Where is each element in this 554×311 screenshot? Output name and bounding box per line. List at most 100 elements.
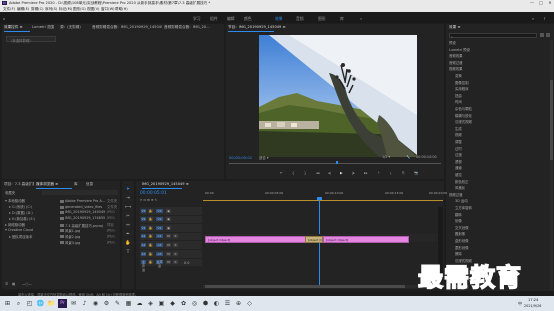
scrollbar-thumb[interactable] [205, 285, 405, 288]
menu-clip[interactable]: 剪辑(C) [31, 7, 44, 12]
transition-cross-dissolve[interactable]: [object Object] [305, 236, 323, 243]
lock-icon[interactable]: 🔒 [148, 217, 153, 222]
menu-marker[interactable]: 标记(M) [59, 7, 72, 12]
solo-button[interactable]: S [173, 242, 178, 247]
clip-img-174855[interactable]: [object Object] [323, 236, 409, 243]
app-icon[interactable]: ☰ [223, 299, 232, 308]
expand-right-icon[interactable] [9, 212, 11, 214]
browser-file-row[interactable]: Adobe Premiere Pro A... 文件夹 [60, 198, 118, 203]
settings-icon[interactable]: ⚙ [102, 299, 111, 308]
track-name[interactable]: V1 [156, 225, 163, 230]
timeline-timecode[interactable]: 00:00:05:01 [140, 191, 167, 196]
new-bin-icon[interactable] [540, 33, 544, 37]
effects-category-item[interactable]: 划像 [455, 218, 462, 223]
solo-button[interactable]: S [173, 251, 178, 256]
menu-edit[interactable]: 编辑(E) [17, 7, 29, 12]
browser-file-row[interactable]: generated_video_files 文件夹 [60, 204, 118, 209]
camera-icon[interactable]: 📷 [414, 171, 418, 175]
type-tool-icon[interactable]: T [125, 250, 131, 256]
tab-info[interactable]: 信息 [86, 182, 93, 188]
timeline-scrollbar[interactable] [203, 285, 439, 288]
task-view-icon[interactable]: ◰ [25, 299, 34, 308]
music-icon[interactable]: ♪ [80, 299, 89, 308]
accelerated-effects-icon[interactable] [546, 33, 550, 37]
add-marker-button[interactable]: ⇤ [280, 171, 283, 175]
input-language[interactable]: 中 [518, 301, 522, 307]
lock-icon[interactable]: 🔒 [148, 208, 153, 213]
browser-file-row[interactable]: 风景3.jpg JPEG [60, 240, 118, 245]
expand-right-icon[interactable] [5, 224, 7, 226]
browser-tree-item[interactable]: 团队项目版本 [9, 234, 32, 239]
slip-tool-icon[interactable]: ↔ [125, 223, 131, 229]
hand-tool-icon[interactable]: ✋ [125, 241, 131, 247]
clip-img-145049[interactable]: [object Object] [205, 236, 307, 243]
app-icon[interactable]: ◐ [212, 299, 221, 308]
track-header[interactable]: V3 🔒 V3 ◉ [140, 207, 202, 215]
workspace-editing[interactable]: 编辑 [227, 16, 235, 22]
clock-date[interactable]: 2021/9/26 [524, 304, 541, 308]
tab-libraries[interactable]: 库 [74, 182, 78, 188]
browser-file-row[interactable]: 7.3 高级扩展技巧.prproj 项目 [60, 222, 118, 228]
search-icon[interactable]: ⌕ [14, 299, 23, 308]
step-forward-button[interactable]: |▸ [352, 171, 355, 175]
app-icon[interactable]: ⊕ [234, 299, 243, 308]
icon-view-icon[interactable]: ▦ [12, 282, 15, 286]
track-target-toggle[interactable]: V2 [141, 217, 146, 222]
effects-category-item[interactable]: 变换 [455, 73, 462, 78]
expand-right-icon[interactable] [9, 236, 11, 238]
effects-category-item[interactable]: 实用程序 [455, 86, 469, 91]
list-view-icon[interactable]: ☰ [5, 282, 8, 286]
effects-category-item[interactable]: 杂色与颗粒 [455, 106, 472, 111]
lock-icon[interactable]: 🔒 [148, 242, 153, 247]
track-header[interactable]: A3 🔒 A3 M S [140, 250, 202, 258]
mail-icon[interactable]: ✉ [69, 299, 78, 308]
workspace-libraries[interactable]: 库 [340, 16, 344, 22]
go-to-out-button[interactable]: ▸▸ [364, 171, 367, 175]
browser-icon[interactable]: 🌐 [36, 299, 45, 308]
effects-category-item[interactable]: 圆划像 [455, 231, 465, 236]
browser-tree-item[interactable]: C:(系统) (C:) [9, 204, 32, 209]
track-target-toggle[interactable]: 主声道 [141, 260, 146, 272]
app-icon[interactable]: ◇ [245, 299, 254, 308]
effects-category-item[interactable]: 生成 [455, 126, 462, 131]
search-icon[interactable]: ⌕ [532, 16, 534, 21]
play-button[interactable]: ▶ [340, 171, 343, 175]
effects-category-item[interactable]: 视频效果 [449, 66, 463, 71]
lock-icon[interactable]: 🔒 [148, 260, 153, 265]
browser-tree-item[interactable]: Creative Cloud [5, 228, 33, 232]
effects-category-item[interactable]: 3D 运动 [455, 198, 468, 203]
tab-lumetri-scopes[interactable]: Lumetri 范围 [32, 25, 54, 31]
mute-icon[interactable]: M [166, 260, 171, 265]
track-target-toggle[interactable]: V3 [141, 208, 146, 213]
track-header[interactable]: 主声道 🔒 主声道 M S 0.0 [140, 258, 202, 272]
lock-icon[interactable]: 🔒 [148, 225, 153, 230]
menu-window[interactable]: 窗口(W) [101, 7, 115, 12]
browser-file-row[interactable]: 风景2.jpg JPEG [60, 234, 118, 239]
clock-time[interactable]: 17:24 [528, 298, 538, 302]
browser-tree-item[interactable]: D:(数据) (D:) [9, 210, 33, 215]
lock-icon[interactable]: 🔒 [148, 234, 153, 239]
pen-tool-icon[interactable]: ✒ [125, 232, 131, 238]
mark-in-button[interactable]: { [292, 171, 294, 175]
effects-category-item[interactable]: 颜色校正 [455, 179, 469, 184]
app-icon[interactable]: ▦ [124, 299, 133, 308]
expand-right-icon[interactable] [9, 218, 11, 220]
workspace-audio[interactable]: 音频 [296, 16, 304, 22]
effects-category-item[interactable]: 图像控制 [455, 80, 469, 85]
browser-file-row[interactable]: IMG_20190929_174855 JPEG [60, 216, 118, 220]
effects-category-item[interactable]: 预设 [449, 40, 456, 45]
work-area-bar[interactable] [203, 200, 443, 202]
menu-help[interactable]: 帮助(H) [115, 7, 128, 12]
step-back-button[interactable]: ◂| [328, 171, 331, 175]
timebar-playhead[interactable] [336, 161, 338, 164]
eye-icon[interactable]: ◉ [166, 208, 171, 213]
home-icon[interactable]: ⌂ [3, 16, 5, 21]
effects-category-item[interactable]: 调整 [455, 139, 462, 144]
selection-tool-icon[interactable]: ➤ [125, 187, 131, 193]
effects-search-field[interactable]: ⌕ [449, 33, 537, 39]
export-frame-button[interactable]: ⎘ [402, 171, 405, 175]
expand-down-icon[interactable] [5, 200, 7, 202]
track-name[interactable]: A3 [156, 251, 163, 256]
ripple-edit-tool-icon[interactable]: ⟷ [125, 205, 131, 211]
workspace-assembly[interactable]: 组件 [210, 16, 218, 22]
